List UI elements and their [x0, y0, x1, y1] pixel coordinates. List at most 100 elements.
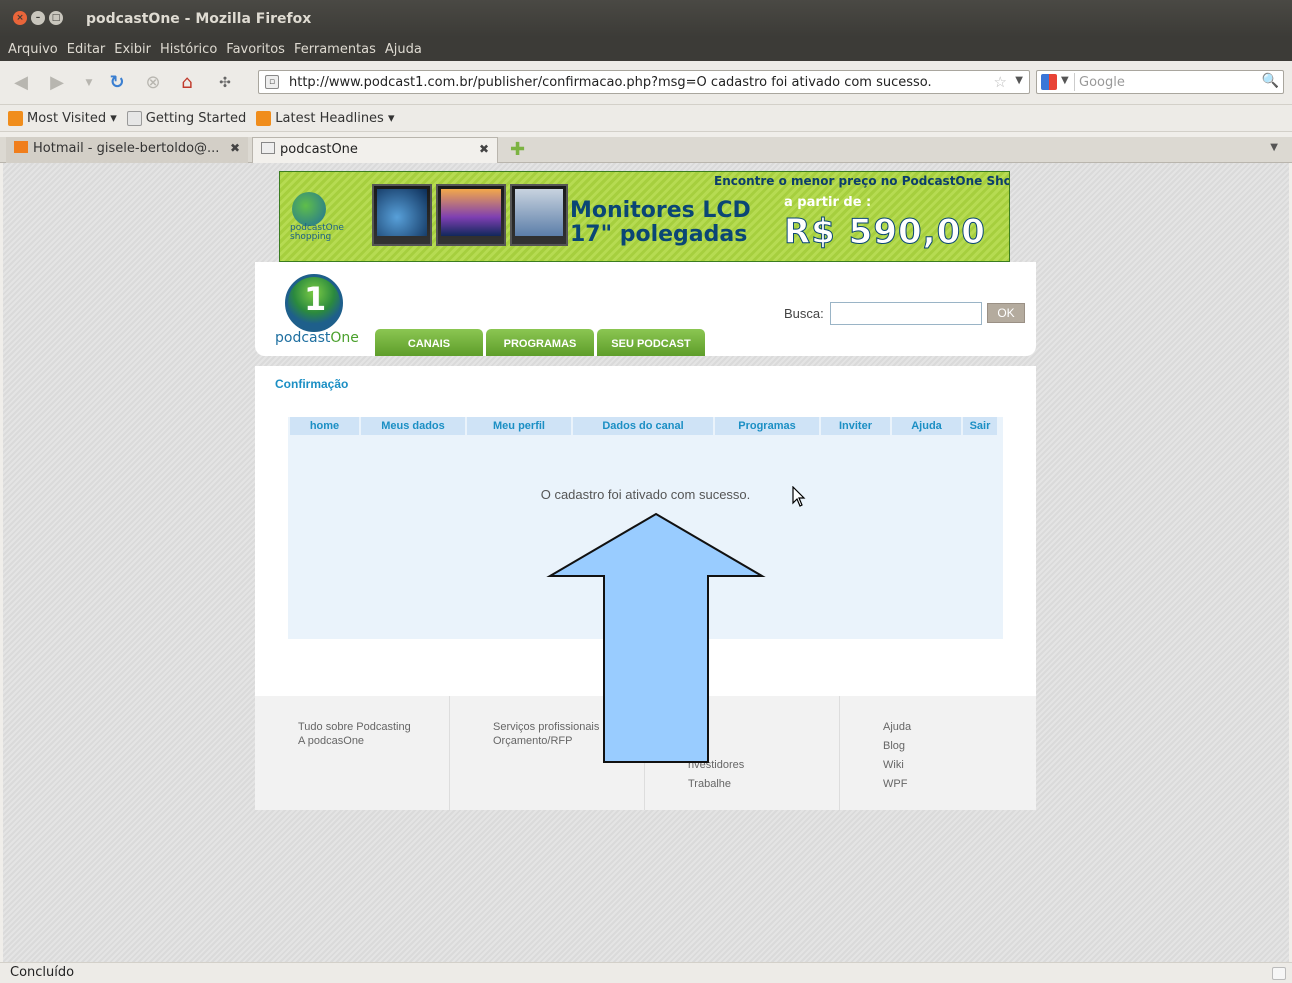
page-icon [261, 142, 275, 154]
arrow-shape [546, 512, 766, 763]
account-nav-meus-dados[interactable]: Meus dados [361, 417, 465, 435]
monitor-image [510, 184, 568, 246]
menu-exibir[interactable]: Exibir [114, 42, 151, 57]
nav-tab-seu-podcast[interactable]: SEU PODCAST [597, 329, 705, 356]
tab-bar: Hotmail - gisele-bertoldo@... ✖ podcastO… [0, 137, 1292, 163]
footer-link[interactable]: Trabalhe [688, 777, 839, 791]
banner-product-line1: Monitores LCD [570, 198, 751, 223]
bookmark-label: Most Visited ▾ [27, 110, 117, 126]
account-nav-dados-do-canal[interactable]: Dados do canal [573, 417, 713, 435]
footer-column-4: Ajuda Blog Wiki WPF [840, 696, 1035, 810]
history-dropdown-icon[interactable]: ▼ [78, 72, 100, 94]
stop-icon[interactable]: ⊗ [142, 72, 164, 94]
account-nav-ajuda[interactable]: Ajuda [892, 417, 961, 435]
footer-link[interactable]: WPF [883, 777, 1035, 791]
nav-tab-programas[interactable]: PROGRAMAS [486, 329, 594, 356]
account-nav-home[interactable]: home [290, 417, 359, 435]
status-text: Concluído [10, 965, 75, 980]
podcastone-logo-icon[interactable]: 1 [285, 274, 343, 332]
account-nav-sair[interactable]: Sair [963, 417, 997, 435]
footer-link[interactable]: Ajuda [883, 720, 1035, 734]
confirmation-message: O cadastro foi ativado com sucesso. [540, 487, 751, 502]
engine-dropdown-icon[interactable]: ▼ [1061, 75, 1069, 86]
site-search-button[interactable]: OK [987, 303, 1025, 323]
close-tab-icon[interactable]: ✖ [479, 142, 489, 156]
search-bar[interactable]: ▼ Google 🔍 [1036, 70, 1284, 94]
minimize-window-icon[interactable]: – [31, 11, 45, 25]
banner-price-prefix: a partir de : [784, 195, 872, 210]
addon-icon[interactable]: ✣ [214, 72, 236, 94]
forward-icon[interactable]: ▶ [46, 72, 68, 94]
banner-logo-text-2: shopping [290, 232, 332, 242]
search-placeholder[interactable]: Google [1079, 75, 1125, 90]
monitor-image [436, 184, 506, 246]
bookmark-star-icon[interactable]: ☆ [994, 73, 1007, 91]
reload-icon[interactable]: ↻ [106, 72, 128, 94]
window-titlebar: × – □ podcastOne - Mozilla Firefox [0, 0, 1292, 37]
podcastone-shopping-logo-icon [292, 192, 326, 226]
maximize-window-icon[interactable]: □ [49, 11, 63, 25]
magnifier-icon[interactable]: 🔍 [1262, 73, 1279, 89]
page-icon [126, 110, 142, 126]
rss-icon [256, 110, 272, 126]
bookmark-label: Getting Started [145, 110, 247, 126]
url-dropdown-icon[interactable]: ▼ [1015, 75, 1023, 86]
new-tab-icon[interactable]: ✚ [510, 139, 525, 160]
tab-label: Hotmail - gisele-bertoldo@... [33, 141, 220, 156]
banner-product: Monitores LCD 17" polegadas [570, 199, 751, 247]
menu-ajuda[interactable]: Ajuda [385, 42, 422, 57]
search-engine-icon[interactable] [1041, 74, 1057, 90]
footer-link[interactable]: Wiki [883, 758, 1035, 772]
site-header: 1 podcastOne Busca: OK CANAIS PROGRAMAS … [255, 262, 1036, 356]
menu-arquivo[interactable]: Arquivo [8, 42, 58, 57]
window-title: podcastOne - Mozilla Firefox [86, 11, 312, 27]
home-icon[interactable]: ⌂ [176, 72, 198, 94]
footer-link[interactable]: Blog [883, 739, 1035, 753]
account-nav-meu-perfil[interactable]: Meu perfil [467, 417, 571, 435]
page-identity-icon[interactable]: ▫ [265, 75, 279, 89]
resize-grip-icon[interactable] [1272, 967, 1286, 980]
mouse-cursor-icon [792, 486, 806, 507]
banner-tagline: Encontre o menor preço no PodcastOne Sho… [714, 174, 1009, 188]
site-main-nav: CANAIS PROGRAMAS SEU PODCAST [375, 329, 705, 356]
logo-text-a: podcast [275, 330, 331, 346]
menubar: Arquivo Editar Exibir Histórico Favorito… [0, 37, 1292, 61]
url-text[interactable]: http://www.podcast1.com.br/publisher/con… [289, 75, 932, 90]
site-search-input[interactable] [830, 302, 982, 325]
window-controls: × – □ [13, 11, 63, 25]
tab-list-dropdown-icon[interactable]: ▼ [1270, 142, 1278, 153]
bookmark-most-visited[interactable]: Most Visited ▾ [8, 110, 117, 126]
tab-label: podcastOne [280, 142, 358, 157]
status-bar: Concluído [0, 962, 1292, 983]
banner-price: R$ 590,00 [784, 212, 986, 253]
account-nav-programas[interactable]: Programas [715, 417, 819, 435]
footer-column-1: Tudo sobre Podcasting A podcasOne [255, 696, 450, 810]
menu-editar[interactable]: Editar [67, 42, 106, 57]
footer-link[interactable]: Tudo sobre Podcasting [298, 720, 449, 734]
nav-tab-canais[interactable]: CANAIS [375, 329, 483, 356]
search-label: Busca: [784, 306, 824, 321]
bookmark-latest-headlines[interactable]: Latest Headlines ▾ [256, 110, 395, 126]
close-tab-icon[interactable]: ✖ [230, 141, 240, 155]
monitor-image [372, 184, 432, 246]
tab-hotmail[interactable]: Hotmail - gisele-bertoldo@... ✖ [6, 137, 248, 163]
folder-icon [8, 110, 23, 126]
menu-historico[interactable]: Histórico [160, 42, 217, 57]
search-separator [1074, 73, 1075, 91]
account-nav-inviter[interactable]: Inviter [821, 417, 890, 435]
page-heading: Confirmação [275, 377, 349, 391]
mail-icon [14, 141, 28, 153]
account-nav: home Meus dados Meu perfil Dados do cana… [290, 417, 997, 435]
menu-ferramentas[interactable]: Ferramentas [294, 42, 376, 57]
back-icon[interactable]: ◀ [10, 72, 32, 94]
footer-link[interactable]: A podcasOne [298, 734, 449, 748]
tab-podcastone[interactable]: podcastOne ✖ [252, 137, 498, 163]
menu-favoritos[interactable]: Favoritos [226, 42, 285, 57]
address-bar[interactable]: ▫ http://www.podcast1.com.br/publisher/c… [258, 70, 1030, 94]
banner-product-line2: 17" polegadas [570, 222, 748, 247]
site-logo-text[interactable]: podcastOne [275, 330, 359, 346]
close-window-icon[interactable]: × [13, 11, 27, 25]
shopping-banner-ad[interactable]: podcastOne shopping Encontre o menor pre… [279, 171, 1010, 262]
bookmark-getting-started[interactable]: Getting Started [126, 110, 247, 126]
bookmarks-toolbar: Most Visited ▾ Getting Started Latest He… [0, 105, 1292, 132]
